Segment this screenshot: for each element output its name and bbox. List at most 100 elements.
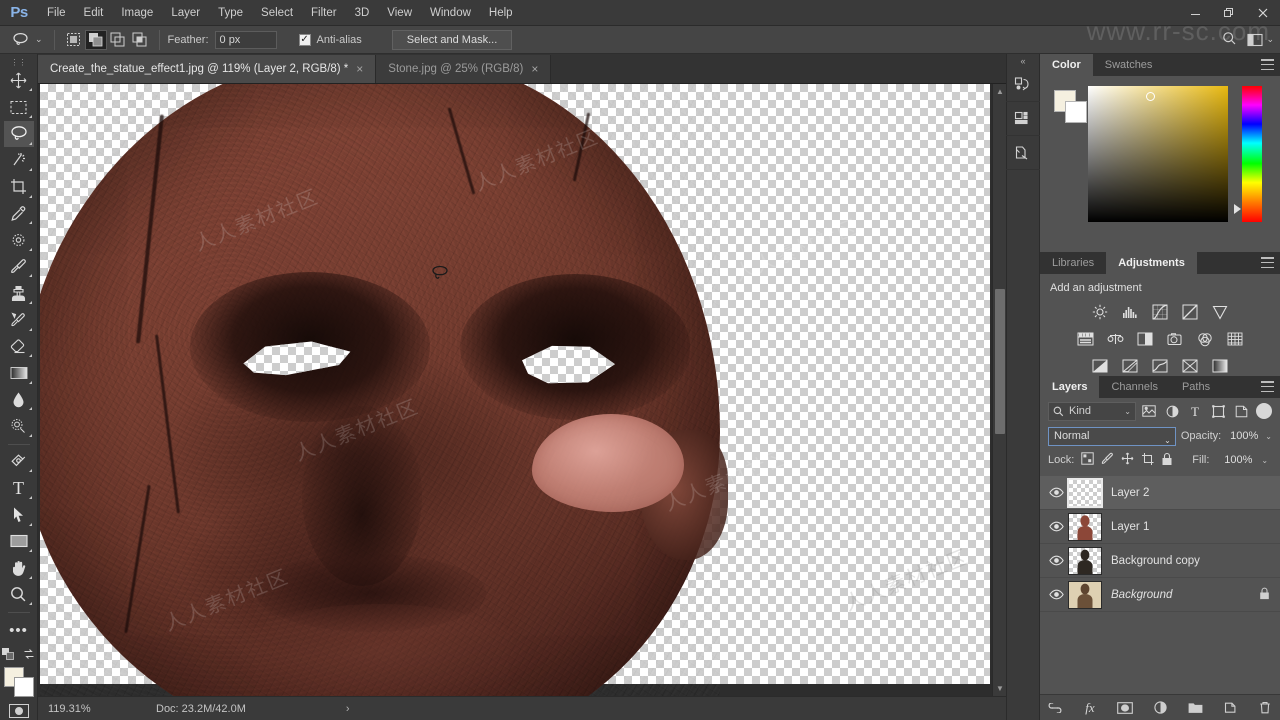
path-selection-tool[interactable] — [4, 502, 34, 528]
layer-thumbnail[interactable] — [1068, 546, 1102, 575]
zoom-level[interactable]: 119.31% — [38, 703, 130, 715]
menu-window[interactable]: Window — [421, 0, 480, 26]
curves-icon[interactable] — [1149, 302, 1171, 322]
layer-visibility-icon[interactable] — [1044, 544, 1068, 578]
layer-row-background-copy[interactable]: Background copy — [1040, 544, 1280, 578]
eyedropper-tool[interactable] — [4, 201, 34, 227]
chevron-down-icon[interactable]: ⌄ — [1124, 407, 1131, 416]
lock-artboard-icon[interactable] — [1141, 452, 1154, 468]
tab-color[interactable]: Color — [1040, 54, 1093, 76]
canvas-vertical-scrollbar[interactable]: ▲ ▼ — [992, 84, 1006, 696]
vibrance-icon[interactable] — [1209, 302, 1231, 322]
background-color-swatch[interactable] — [13, 676, 34, 697]
layer-lock-icon[interactable] — [1259, 587, 1270, 603]
select-and-mask-button[interactable]: Select and Mask... — [391, 29, 513, 50]
blur-tool[interactable] — [4, 387, 34, 413]
layer-name[interactable]: Background copy — [1111, 555, 1200, 567]
chevron-down-icon[interactable]: ⌄ — [1265, 432, 1272, 441]
opacity-value[interactable]: 100% — [1226, 427, 1260, 445]
exposure-icon[interactable] — [1179, 302, 1201, 322]
color-panel[interactable] — [1040, 76, 1280, 252]
layer-row-layer-1[interactable]: Layer 1 — [1040, 510, 1280, 544]
layer-row-background[interactable]: Background — [1040, 578, 1280, 612]
properties-panel-icon[interactable] — [1006, 102, 1040, 136]
default-colors-icon[interactable] — [2, 647, 15, 661]
filter-shape-icon[interactable] — [1208, 402, 1228, 421]
gradient-map-icon[interactable] — [1209, 356, 1231, 376]
color-picker-marker[interactable] — [1146, 92, 1155, 101]
search-icon[interactable] — [1222, 31, 1237, 49]
layer-row-layer-2[interactable]: Layer 2 — [1040, 476, 1280, 510]
intersect-with-selection-button[interactable] — [129, 30, 151, 50]
scroll-down-icon[interactable]: ▼ — [993, 682, 1006, 695]
spot-healing-brush-tool[interactable] — [4, 227, 34, 253]
filter-smart-object-icon[interactable] — [1231, 402, 1251, 421]
add-to-selection-button[interactable] — [84, 29, 107, 50]
hue-slider-indicator[interactable] — [1234, 204, 1241, 214]
menu-image[interactable]: Image — [112, 0, 162, 26]
invert-icon[interactable] — [1089, 356, 1111, 376]
layer-thumbnail[interactable] — [1068, 580, 1102, 609]
color-field[interactable] — [1088, 86, 1228, 222]
add-layer-style-icon[interactable]: fx — [1081, 699, 1099, 717]
document-canvas[interactable]: 人人素材社区 人人素材社区 人人素材社区 人人素材社区 人人素材社区 人人素材社… — [40, 84, 990, 696]
document-tab-active[interactable]: Create_the_statue_effect1.jpg @ 119% (La… — [38, 55, 377, 83]
tab-paths[interactable]: Paths — [1169, 376, 1223, 398]
crop-tool[interactable] — [4, 174, 34, 200]
close-icon[interactable]: × — [356, 63, 363, 75]
filter-pixel-icon[interactable] — [1139, 402, 1159, 421]
actions-panel-icon[interactable] — [1006, 136, 1040, 170]
canvas-area[interactable]: 人人素材社区 人人素材社区 人人素材社区 人人素材社区 人人素材社区 人人素材社… — [38, 84, 1006, 696]
document-tab-inactive[interactable]: Stone.jpg @ 25% (RGB/8) × — [376, 55, 552, 83]
chevron-down-icon[interactable]: ⌄ — [1164, 432, 1171, 449]
toolbar-grip[interactable]: ⋮⋮ — [0, 58, 37, 68]
color-balance-icon[interactable] — [1104, 329, 1126, 349]
posterize-icon[interactable] — [1119, 356, 1141, 376]
layer-visibility-icon[interactable] — [1044, 476, 1068, 510]
tab-libraries[interactable]: Libraries — [1040, 252, 1107, 274]
color-lookup-icon[interactable] — [1224, 329, 1246, 349]
rectangle-tool[interactable] — [4, 529, 34, 555]
color-swatches[interactable] — [3, 666, 35, 697]
restore-icon[interactable] — [1212, 0, 1246, 26]
layer-thumbnail[interactable] — [1068, 512, 1102, 541]
new-group-icon[interactable] — [1186, 699, 1204, 717]
feather-input[interactable]: 0 px — [214, 30, 277, 49]
blend-mode-select[interactable]: Normal ⌄ — [1048, 426, 1176, 449]
chevron-down-icon[interactable]: ⌄ — [35, 34, 43, 45]
panel-menu-icon[interactable] — [1261, 257, 1274, 268]
layer-visibility-icon[interactable] — [1044, 578, 1068, 612]
brightness-contrast-icon[interactable] — [1089, 302, 1111, 322]
brush-tool[interactable] — [4, 254, 34, 280]
menu-layer[interactable]: Layer — [162, 0, 209, 26]
swap-colors-icon[interactable] — [23, 648, 35, 660]
menu-view[interactable]: View — [378, 0, 421, 26]
panel-menu-icon[interactable] — [1261, 59, 1274, 70]
eraser-tool[interactable] — [4, 334, 34, 360]
rectangular-marquee-tool[interactable] — [4, 94, 34, 120]
black-white-icon[interactable] — [1134, 329, 1156, 349]
minimize-icon[interactable] — [1178, 0, 1212, 26]
clone-stamp-tool[interactable] — [4, 280, 34, 306]
selective-color-icon[interactable] — [1179, 356, 1201, 376]
zoom-tool[interactable] — [4, 582, 34, 608]
color-panel-swatches[interactable] — [1054, 90, 1088, 124]
lasso-tool[interactable] — [3, 120, 34, 147]
menu-3d[interactable]: 3D — [346, 0, 379, 26]
active-tool-preset[interactable]: ⌄ — [6, 30, 46, 50]
edit-toolbar-tool[interactable]: ••• — [4, 617, 34, 643]
layer-kind-filter[interactable]: Kind ⌄ — [1048, 401, 1136, 421]
pen-tool[interactable] — [4, 449, 34, 475]
status-expand-arrow[interactable]: › — [246, 703, 350, 715]
lock-transparency-icon[interactable] — [1081, 452, 1094, 468]
menu-type[interactable]: Type — [209, 0, 252, 26]
levels-icon[interactable] — [1119, 302, 1141, 322]
close-icon[interactable] — [1246, 0, 1280, 26]
tab-channels[interactable]: Channels — [1099, 376, 1170, 398]
layer-name[interactable]: Background — [1111, 589, 1172, 601]
dodge-tool[interactable] — [4, 413, 34, 439]
type-tool[interactable]: T — [4, 475, 34, 501]
filter-toggle-icon[interactable] — [1256, 403, 1272, 419]
gradient-tool[interactable] — [4, 360, 34, 386]
new-selection-button[interactable] — [63, 30, 85, 50]
